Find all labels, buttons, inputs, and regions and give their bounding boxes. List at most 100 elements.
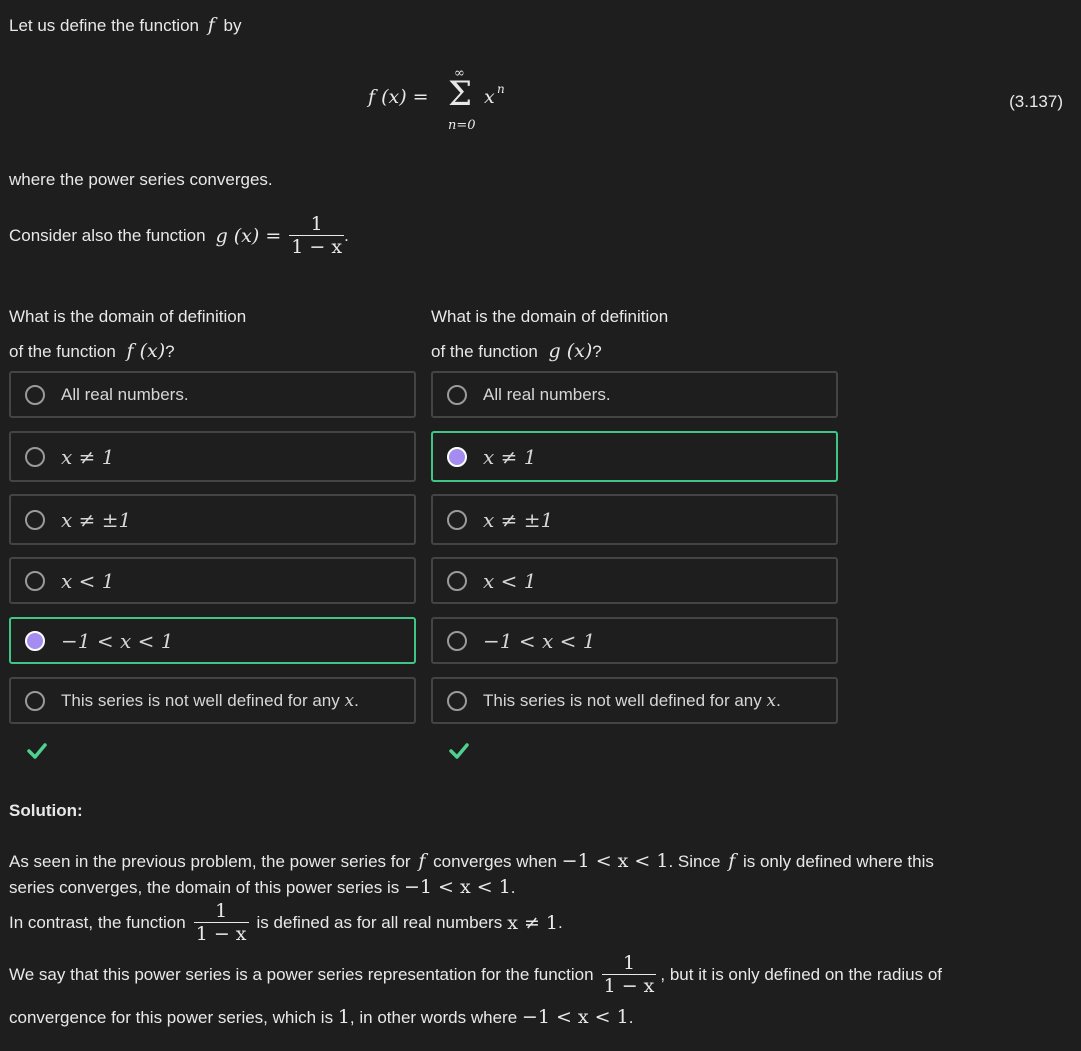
solution-text: As seen in the previous problem, the pow… xyxy=(9,852,411,871)
g-option-between[interactable]: −1 < x < 1 xyxy=(431,617,838,664)
solution-text: In contrast, the function xyxy=(9,912,186,932)
radio-icon[interactable] xyxy=(25,384,45,405)
option-label: All real numbers. xyxy=(61,384,189,404)
question-g-line2: of the function g (x)? xyxy=(431,334,668,369)
intro-line: Let us define the function f by xyxy=(9,12,241,39)
option-label: This series is not well defined for any … xyxy=(483,691,781,711)
option-end: . xyxy=(776,690,781,710)
radio-selected-icon[interactable] xyxy=(25,630,45,651)
g-option-x-not-1[interactable]: x ≠ 1 xyxy=(431,431,838,482)
solution-text: . xyxy=(510,878,516,897)
option-label: x < 1 xyxy=(483,568,537,593)
solution-math: −1 < x < 1 xyxy=(561,850,669,872)
f-option-not-defined[interactable]: This series is not well defined for any … xyxy=(9,677,416,724)
radio-icon[interactable] xyxy=(447,690,467,711)
sum-term-exponent: n xyxy=(497,82,505,96)
solution-math: 1 xyxy=(337,1006,350,1028)
option-label: x ≠ 1 xyxy=(483,444,537,469)
fraction-denominator: 1 − x xyxy=(601,974,657,997)
g-option-not-defined[interactable]: This series is not well defined for any … xyxy=(431,677,838,724)
fraction-numerator: 1 xyxy=(215,900,228,922)
g-option-x-not-pm1[interactable]: x ≠ ±1 xyxy=(431,494,838,545)
question-g-end: ? xyxy=(592,342,602,361)
sum-term: x xyxy=(484,86,495,108)
radio-selected-icon[interactable] xyxy=(447,446,467,467)
f-option-x-not-pm1[interactable]: x ≠ ±1 xyxy=(9,494,416,545)
question-f-math: f (x) xyxy=(126,340,166,362)
radio-icon[interactable] xyxy=(25,509,45,530)
solution-fraction: 1 1 − x xyxy=(193,900,249,945)
radio-icon[interactable] xyxy=(25,446,45,467)
solution-line-4: We say that this power series is a power… xyxy=(9,952,942,997)
option-label: −1 < x < 1 xyxy=(483,628,596,653)
g-option-all-real[interactable]: All real numbers. xyxy=(431,371,838,418)
series-equation: f (x) = ∞ Σ n=0 x n xyxy=(368,66,528,138)
radio-icon[interactable] xyxy=(25,570,45,591)
solution-text: series converges, the domain of this pow… xyxy=(9,878,400,897)
equation-number: (3.137) xyxy=(1009,92,1063,111)
question-f-line1: What is the domain of definition xyxy=(9,307,247,326)
solution-line-1: As seen in the previous problem, the pow… xyxy=(9,848,934,875)
check-icon xyxy=(449,743,469,759)
option-label: x < 1 xyxy=(61,568,115,593)
question-g-math: g (x) xyxy=(548,340,593,362)
g-fraction: 1 1 − x xyxy=(289,213,345,258)
solution-text: convergence for this power series, which… xyxy=(9,1008,334,1027)
solution-text: We say that this power series is a power… xyxy=(9,964,594,984)
question-g: What is the domain of definition of the … xyxy=(431,300,668,369)
solution-math: −1 < x < 1 xyxy=(521,1006,629,1028)
radio-icon[interactable] xyxy=(447,384,467,405)
question-f: What is the domain of definition of the … xyxy=(9,300,246,369)
sum-lower: n=0 xyxy=(448,118,476,133)
option-text: This series is not well defined for any xyxy=(483,690,762,710)
option-text: This series is not well defined for any xyxy=(61,690,340,710)
solution-text: . xyxy=(628,1008,634,1027)
solution-line-3: In contrast, the function 1 1 − x is def… xyxy=(9,900,563,945)
fraction-denominator: 1 − x xyxy=(193,922,249,945)
check-icon xyxy=(27,743,47,759)
solution-text: . xyxy=(558,912,563,932)
option-label: x ≠ ±1 xyxy=(61,507,132,532)
question-f-text: of the function xyxy=(9,342,116,361)
f-option-x-not-1[interactable]: x ≠ 1 xyxy=(9,431,416,482)
question-g-text: of the function xyxy=(431,342,538,361)
consider-line: Consider also the function g (x) = 1 1 −… xyxy=(9,213,349,258)
f-option-between[interactable]: −1 < x < 1 xyxy=(9,617,416,664)
solution-text: . Since xyxy=(668,852,721,871)
radio-icon[interactable] xyxy=(447,509,467,530)
option-label: x ≠ ±1 xyxy=(483,507,554,532)
solution-line-2: series converges, the domain of this pow… xyxy=(9,874,516,901)
radio-icon[interactable] xyxy=(25,690,45,711)
solution-text: converges when xyxy=(433,852,557,871)
g-numerator: 1 xyxy=(310,213,323,235)
option-label: x ≠ 1 xyxy=(61,444,115,469)
solution-text: , in other words where xyxy=(349,1008,518,1027)
consider-text: Consider also the function xyxy=(9,225,206,245)
sum-sign: Σ xyxy=(448,74,473,114)
fraction-numerator: 1 xyxy=(622,952,636,974)
solution-text: is defined as for all real numbers xyxy=(256,912,503,932)
option-math: x xyxy=(344,690,355,711)
g-period: . xyxy=(344,225,349,245)
g-option-x-lt-1[interactable]: x < 1 xyxy=(431,557,838,604)
intro-by: by xyxy=(223,16,242,35)
f-option-x-lt-1[interactable]: x < 1 xyxy=(9,557,416,604)
intro-text: Let us define the function xyxy=(9,16,199,35)
solution-fraction: 1 1 − x xyxy=(601,952,657,997)
solution-math: f xyxy=(728,850,736,872)
option-label: All real numbers. xyxy=(483,384,611,404)
f-option-all-real[interactable]: All real numbers. xyxy=(9,371,416,418)
option-label: −1 < x < 1 xyxy=(61,628,174,653)
solution-math: −1 < x < 1 xyxy=(403,876,511,898)
solution-text: , but it is only defined on the radius o… xyxy=(660,964,943,984)
question-f-line2: of the function f (x)? xyxy=(9,334,246,369)
solution-math: x ≠ 1 xyxy=(507,911,559,934)
g-lhs: g (x) = xyxy=(215,224,282,247)
radio-icon[interactable] xyxy=(447,630,467,651)
radio-icon[interactable] xyxy=(447,570,467,591)
option-end: . xyxy=(354,690,359,710)
solution-line-5: convergence for this power series, which… xyxy=(9,1004,633,1031)
solution-text: is only defined where this xyxy=(742,852,934,871)
option-math: x xyxy=(766,690,777,711)
converges-text: where the power series converges. xyxy=(9,170,273,189)
